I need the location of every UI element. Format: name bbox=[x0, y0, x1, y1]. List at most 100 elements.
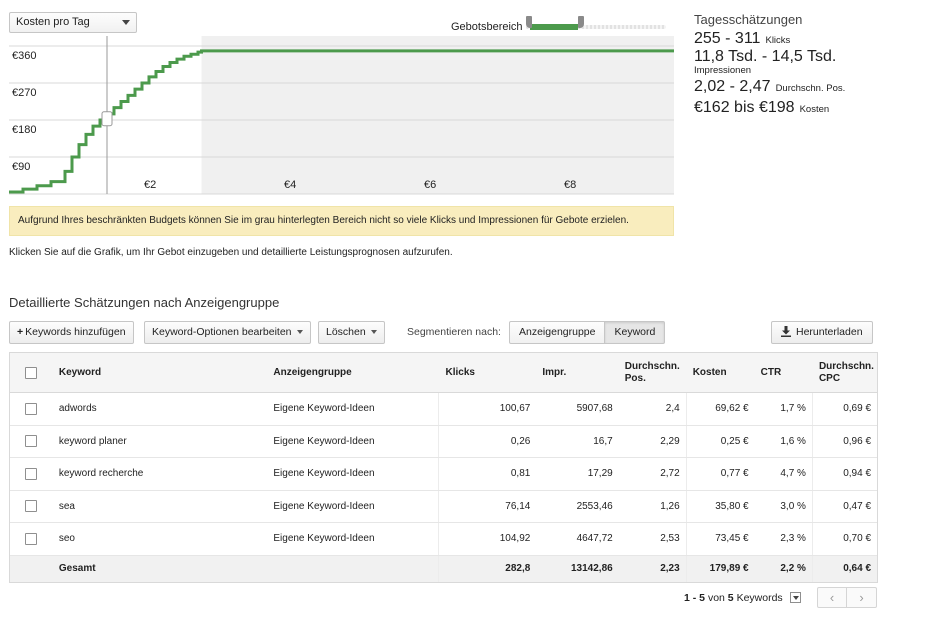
est-impr-value: 11,8 Tsd. - 14,5 Tsd. bbox=[694, 48, 837, 65]
cell-avg-pos: 2,4 bbox=[619, 393, 687, 425]
cell-adgroup: Eigene Keyword-Ideen bbox=[267, 458, 440, 490]
cell-avg-pos: 2,72 bbox=[619, 458, 687, 490]
chevron-right-icon[interactable]: › bbox=[847, 587, 877, 608]
cell-ctr: 1,6 % bbox=[755, 425, 813, 457]
header-impr[interactable]: Impr. bbox=[536, 353, 618, 392]
bid-range-handle-high[interactable] bbox=[578, 16, 584, 28]
est-pos-label: Durchschn. Pos. bbox=[775, 83, 846, 94]
segment-keyword-button[interactable]: Keyword bbox=[605, 321, 666, 344]
header-cost[interactable]: Kosten bbox=[687, 353, 755, 392]
cell-avg-cpc: 0,96 € bbox=[843, 435, 872, 447]
budget-warning: Aufgrund Ihres beschränkten Budgets könn… bbox=[9, 206, 674, 236]
chevron-down-icon bbox=[296, 330, 303, 335]
row-checkbox[interactable] bbox=[25, 402, 38, 415]
cell-impr: 2553,46 bbox=[576, 500, 613, 512]
download-icon bbox=[781, 326, 791, 337]
cell-cost: 69,62 € bbox=[715, 403, 749, 415]
x-tick-label: €8 bbox=[564, 179, 576, 191]
select-all-checkbox[interactable] bbox=[25, 366, 38, 379]
table-row: adwords Eigene Keyword-Ideen 100,67 5907… bbox=[10, 393, 877, 426]
chevron-left-icon[interactable]: ‹ bbox=[817, 587, 847, 608]
bid-marker-handle[interactable] bbox=[101, 111, 113, 127]
x-tick-label: €2 bbox=[144, 179, 156, 191]
row-checkbox[interactable] bbox=[25, 435, 38, 448]
cell-impr: 17,29 bbox=[587, 468, 613, 480]
budget-limited-region bbox=[201, 36, 674, 194]
cell-clicks: 100,67 bbox=[499, 403, 531, 415]
row-checkbox[interactable] bbox=[25, 500, 38, 513]
est-clicks-label: Klicks bbox=[765, 35, 791, 46]
table-row: seo Eigene Keyword-Ideen 104,92 4647,72 … bbox=[10, 523, 877, 556]
est-pos-value: 2,02 - 2,47 bbox=[694, 78, 771, 95]
download-button[interactable]: Herunterladen bbox=[771, 321, 873, 344]
header-avg-pos-line1: Durchschn. bbox=[624, 360, 680, 372]
chart-hint: Klicken Sie auf die Grafik, um Ihr Gebot… bbox=[9, 247, 453, 258]
cell-adgroup: Eigene Keyword-Ideen bbox=[267, 393, 440, 425]
chevron-down-icon bbox=[122, 20, 130, 25]
cell-clicks: 0,81 bbox=[510, 468, 531, 480]
bid-range-handle-low[interactable] bbox=[526, 16, 532, 28]
cell-clicks: 0,26 bbox=[510, 435, 531, 447]
cell-avg-cpc: 0,47 € bbox=[843, 500, 872, 512]
plus-icon: + bbox=[17, 326, 24, 338]
cell-adgroup: Eigene Keyword-Ideen bbox=[267, 523, 440, 555]
y-tick-label: €90 bbox=[12, 161, 30, 173]
delete-label: Löschen bbox=[326, 326, 366, 338]
header-avg-cpc-line1: Durchschn. bbox=[818, 360, 874, 372]
total-impr: 13142,86 bbox=[571, 563, 613, 574]
y-tick-label: €270 bbox=[12, 87, 36, 99]
delete-button[interactable]: Löschen bbox=[318, 321, 385, 344]
pagination-total: 5 bbox=[727, 592, 734, 604]
bid-range-label: Gebotsbereich bbox=[451, 21, 523, 33]
cell-cost: 0,25 € bbox=[720, 435, 749, 447]
cell-ctr: 1,7 % bbox=[755, 393, 813, 425]
y-tick-label: €180 bbox=[12, 124, 36, 136]
table-header: Keyword Anzeigengruppe Klicks Impr. Durc… bbox=[10, 353, 877, 393]
segment-toggle: Anzeigengruppe Keyword bbox=[509, 321, 666, 344]
cell-avg-pos: 1,26 bbox=[619, 490, 687, 522]
cell-ctr: 2,3 % bbox=[755, 523, 813, 555]
header-clicks[interactable]: Klicks bbox=[439, 353, 536, 392]
bid-range-slider[interactable] bbox=[526, 16, 666, 32]
cell-impr: 4647,72 bbox=[576, 533, 613, 545]
metric-select-value: Kosten pro Tag bbox=[16, 16, 90, 28]
header-avg-pos[interactable]: Durchschn. Pos. bbox=[619, 353, 687, 392]
header-avg-cpc-line2: CPC bbox=[818, 372, 841, 384]
metric-select[interactable]: Kosten pro Tag bbox=[9, 12, 137, 33]
add-keywords-button[interactable]: + Keywords hinzufügen bbox=[9, 321, 134, 344]
segment-label: Segmentieren nach: bbox=[407, 326, 501, 338]
chevron-down-icon bbox=[370, 330, 377, 335]
cell-cost: 35,80 € bbox=[715, 500, 749, 512]
header-keyword[interactable]: Keyword bbox=[53, 353, 268, 392]
cell-clicks: 104,92 bbox=[499, 533, 531, 545]
pagination-of: von bbox=[707, 592, 725, 604]
row-checkbox[interactable] bbox=[25, 467, 38, 480]
pagination-unit: Keywords bbox=[736, 592, 783, 604]
header-ctr[interactable]: CTR bbox=[755, 353, 813, 392]
pagination-info: 1 - 5 von 5 Keywords bbox=[684, 592, 801, 604]
cell-keyword: seo bbox=[58, 533, 75, 545]
cost-chart-svg[interactable]: €360 €270 €180 €90 €2 €4 €6 €8 bbox=[9, 36, 674, 196]
est-cost-label: Kosten bbox=[799, 104, 830, 115]
est-cost-value: €162 bis €198 bbox=[694, 99, 795, 116]
section-title: Detaillierte Schätzungen nach Anzeigengr… bbox=[9, 295, 280, 310]
cell-clicks: 76,14 bbox=[505, 500, 531, 512]
table-row: keyword planer Eigene Keyword-Ideen 0,26… bbox=[10, 425, 877, 458]
edit-keyword-options-button[interactable]: Keyword-Optionen bearbeiten bbox=[144, 321, 311, 344]
header-adgroup[interactable]: Anzeigengruppe bbox=[267, 353, 439, 392]
cell-keyword: keyword planer bbox=[58, 435, 127, 447]
cell-avg-pos: 2,53 bbox=[619, 523, 687, 555]
row-checkbox[interactable] bbox=[25, 532, 38, 545]
cell-avg-cpc: 0,70 € bbox=[843, 533, 872, 545]
estimates-title: Tagesschätzungen bbox=[694, 12, 803, 27]
total-cost: 179,89 € bbox=[709, 563, 749, 574]
cell-keyword: adwords bbox=[58, 403, 97, 415]
header-avg-pos-line2: Pos. bbox=[624, 372, 646, 384]
cell-ctr: 3,0 % bbox=[755, 490, 813, 522]
header-avg-cpc[interactable]: Durchschn. CPC bbox=[813, 353, 877, 392]
segment-adgroup-button[interactable]: Anzeigengruppe bbox=[509, 321, 606, 344]
pagination-nav: ‹ › bbox=[817, 587, 877, 608]
cost-chart[interactable]: €360 €270 €180 €90 €2 €4 €6 €8 bbox=[9, 36, 674, 196]
cell-avg-cpc: 0,69 € bbox=[843, 403, 872, 415]
page-size-dropdown[interactable] bbox=[789, 592, 801, 603]
